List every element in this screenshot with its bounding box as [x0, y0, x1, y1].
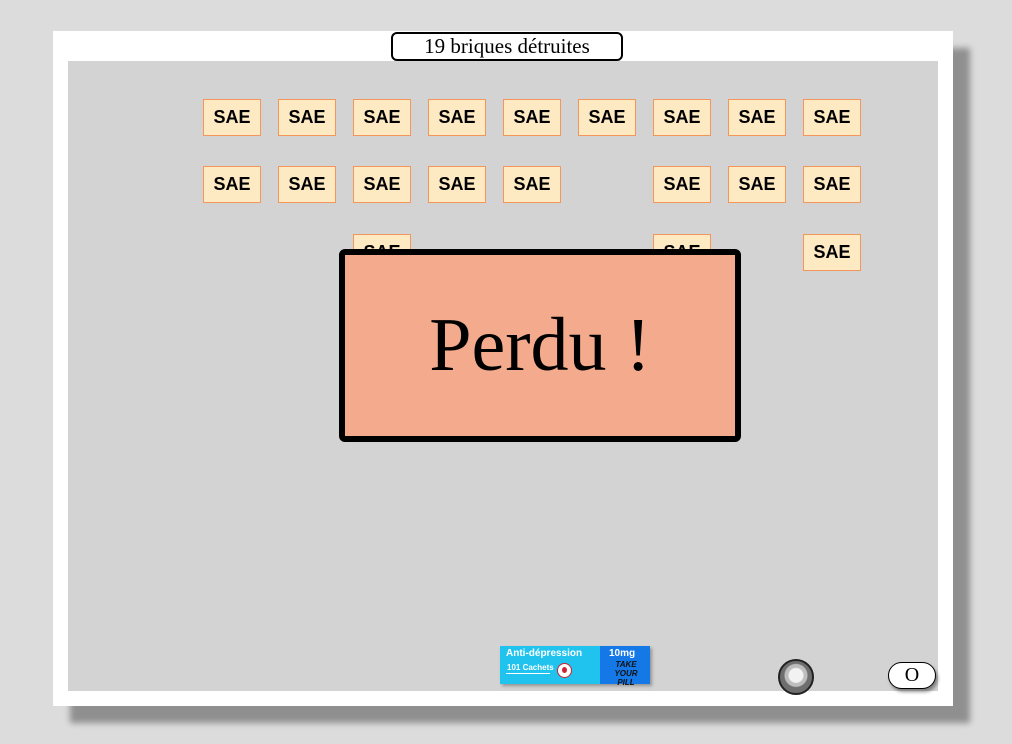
pill-icon [557, 663, 572, 678]
paddle-count: 101 Cachets [507, 663, 554, 672]
paddle-divider [506, 673, 550, 674]
brick: SAE [203, 166, 261, 203]
paddle[interactable]: Anti-dépression 101 Cachets 10mg TAKE YO… [500, 646, 650, 687]
game-over-banner: Perdu ! [339, 249, 741, 442]
brick: SAE [428, 99, 486, 136]
paddle-title: Anti-dépression [506, 648, 583, 659]
paddle-dose: 10mg [609, 648, 636, 659]
brick: SAE [728, 99, 786, 136]
score-counter: 19 briques détruites [391, 32, 623, 61]
brick: SAE [503, 99, 561, 136]
brick: SAE [803, 166, 861, 203]
brick: SAE [203, 99, 261, 136]
brick: SAE [428, 166, 486, 203]
brick: SAE [353, 99, 411, 136]
ball-avatar-icon [778, 659, 814, 695]
brick: SAE [278, 166, 336, 203]
brick: SAE [278, 99, 336, 136]
brick: SAE [728, 166, 786, 203]
brick: SAE [803, 234, 861, 271]
paddle-slogan: TAKE YOUR PILL [614, 660, 638, 687]
brick: SAE [653, 99, 711, 136]
restart-button[interactable]: O [888, 662, 936, 689]
brick: SAE [503, 166, 561, 203]
brick: SAE [803, 99, 861, 136]
brick: SAE [653, 166, 711, 203]
brick: SAE [353, 166, 411, 203]
brick: SAE [578, 99, 636, 136]
